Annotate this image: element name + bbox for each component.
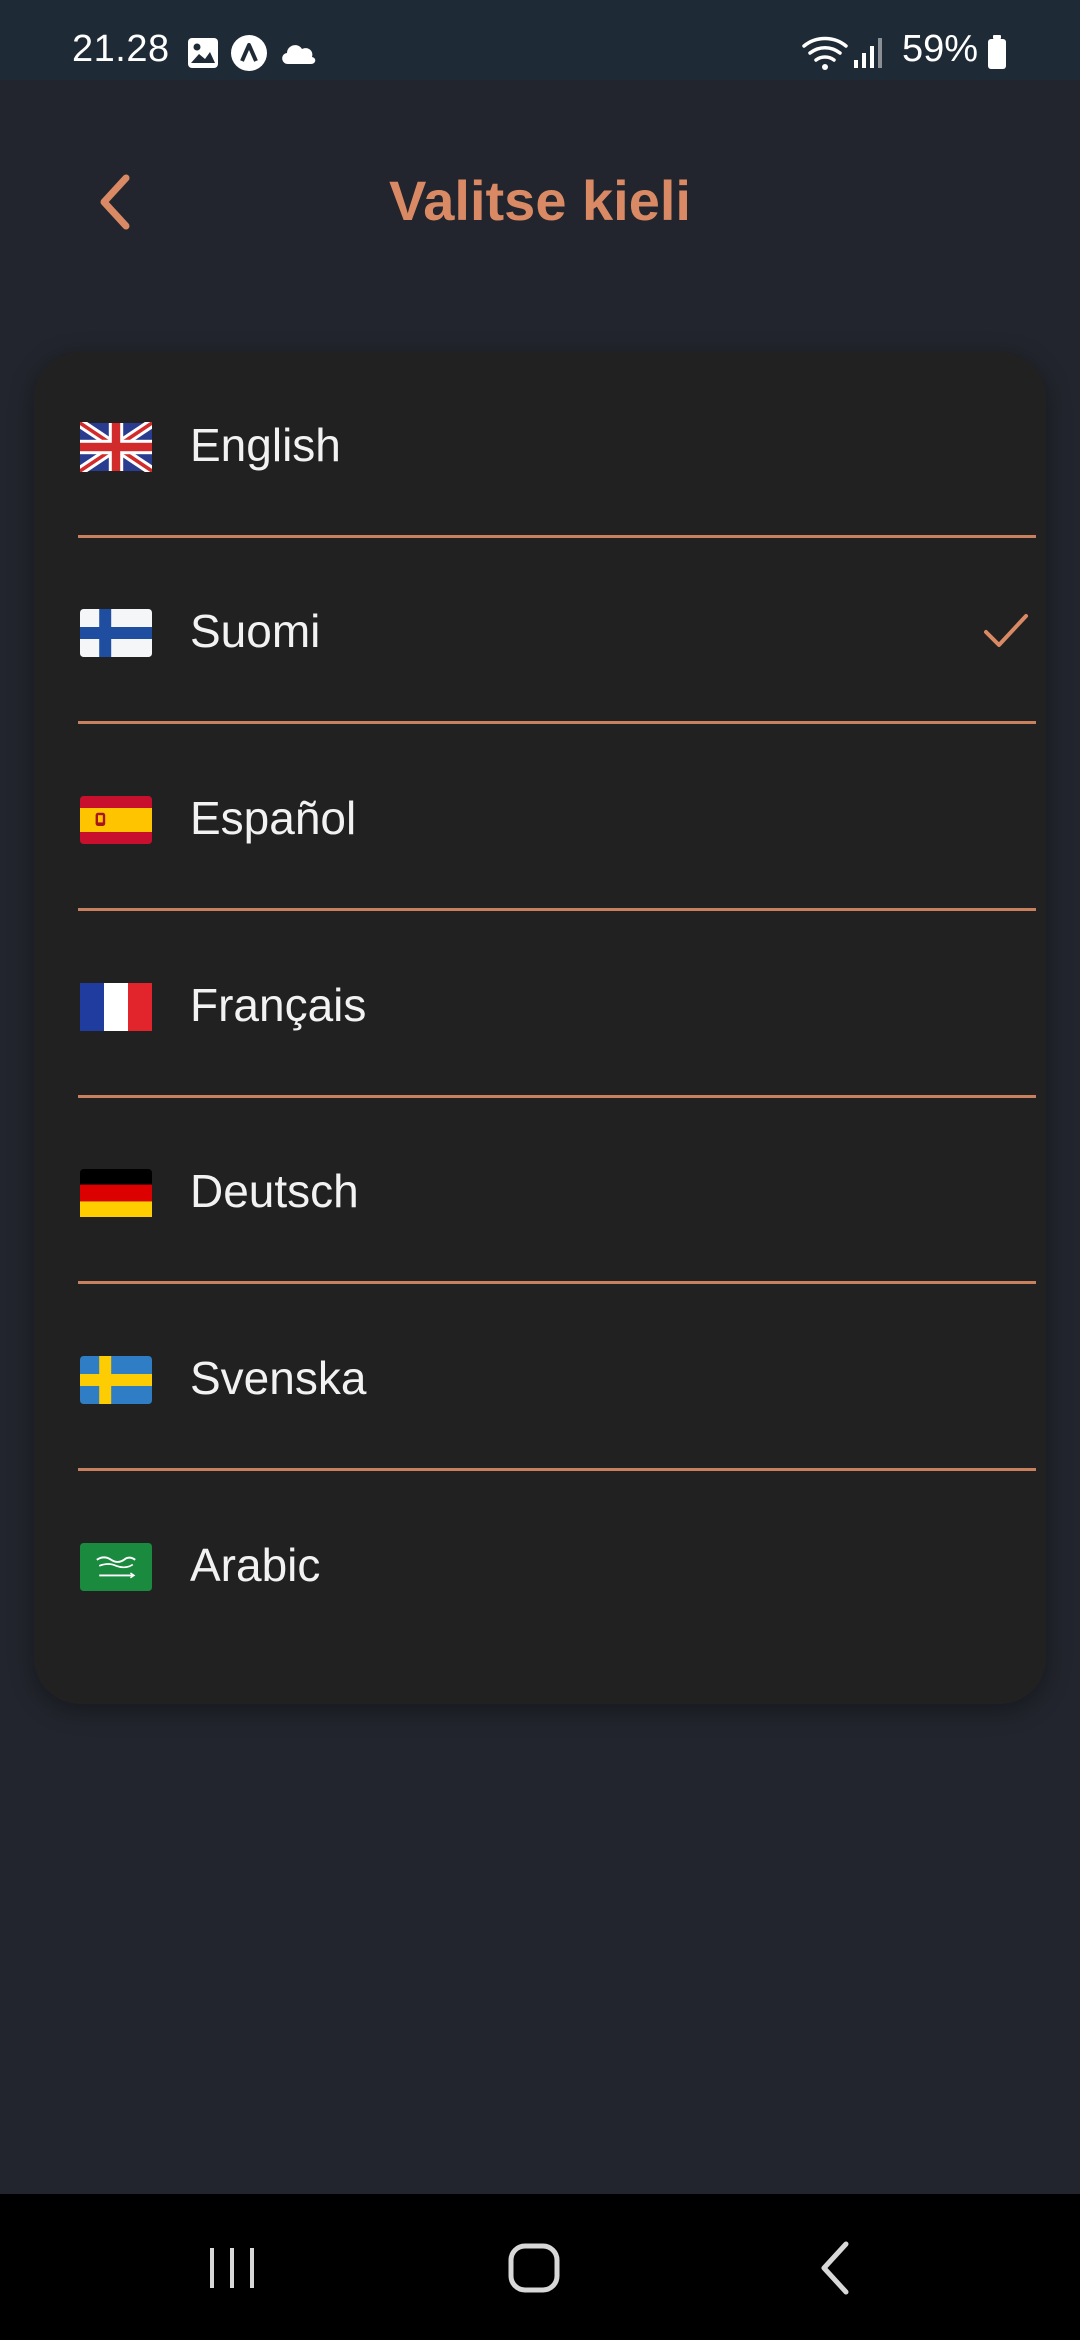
language-label: Svenska — [190, 1352, 367, 1404]
system-nav-bar — [0, 2194, 1080, 2340]
language-label: Arabic — [190, 1539, 321, 1591]
spain-flag-icon — [80, 796, 152, 844]
wifi-icon — [802, 36, 848, 70]
battery-icon — [988, 35, 1006, 69]
screen: 21.28 59% Valitse kieli English Suomi Es… — [0, 0, 1080, 2340]
language-item-svenska[interactable]: Svenska — [78, 1285, 1036, 1471]
language-item-suomi[interactable]: Suomi — [78, 538, 1036, 724]
language-item-english[interactable]: English — [78, 352, 1036, 538]
language-item-francais[interactable]: Français — [78, 912, 1036, 1098]
nav-back-button[interactable] — [796, 2232, 876, 2302]
france-flag-icon — [80, 983, 152, 1031]
language-label: English — [190, 419, 341, 471]
page-title: Valitse kieli — [389, 169, 691, 232]
gallery-icon — [188, 38, 218, 68]
recent-apps-icon — [210, 2248, 254, 2288]
saudi-flag-icon — [80, 1543, 152, 1591]
status-time: 21.28 — [72, 28, 170, 70]
language-item-espanol[interactable]: Español — [78, 725, 1036, 911]
uk-flag-icon — [80, 422, 152, 472]
language-item-deutsch[interactable]: Deutsch — [78, 1098, 1036, 1284]
sweden-flag-icon — [80, 1356, 152, 1404]
language-label: Suomi — [190, 605, 321, 657]
app-a-icon — [231, 35, 267, 71]
back-icon — [821, 2241, 849, 2295]
home-button[interactable] — [494, 2232, 574, 2302]
signal-icon — [854, 38, 882, 68]
recent-apps-button[interactable] — [192, 2232, 272, 2302]
cloud-icon — [282, 45, 316, 64]
language-label: Deutsch — [190, 1165, 359, 1217]
status-bar: 21.28 59% — [0, 0, 1080, 80]
language-label: Français — [190, 979, 367, 1031]
language-item-arabic[interactable]: Arabic — [78, 1472, 1036, 1658]
home-icon — [508, 2243, 560, 2293]
language-list: English Suomi Español Français Deutsch S… — [34, 352, 1046, 1704]
germany-flag-icon — [80, 1169, 152, 1217]
finland-flag-icon — [80, 609, 152, 657]
check-icon — [984, 614, 1028, 647]
language-label: Español — [190, 792, 357, 844]
battery-percent: 59% — [901, 28, 978, 70]
